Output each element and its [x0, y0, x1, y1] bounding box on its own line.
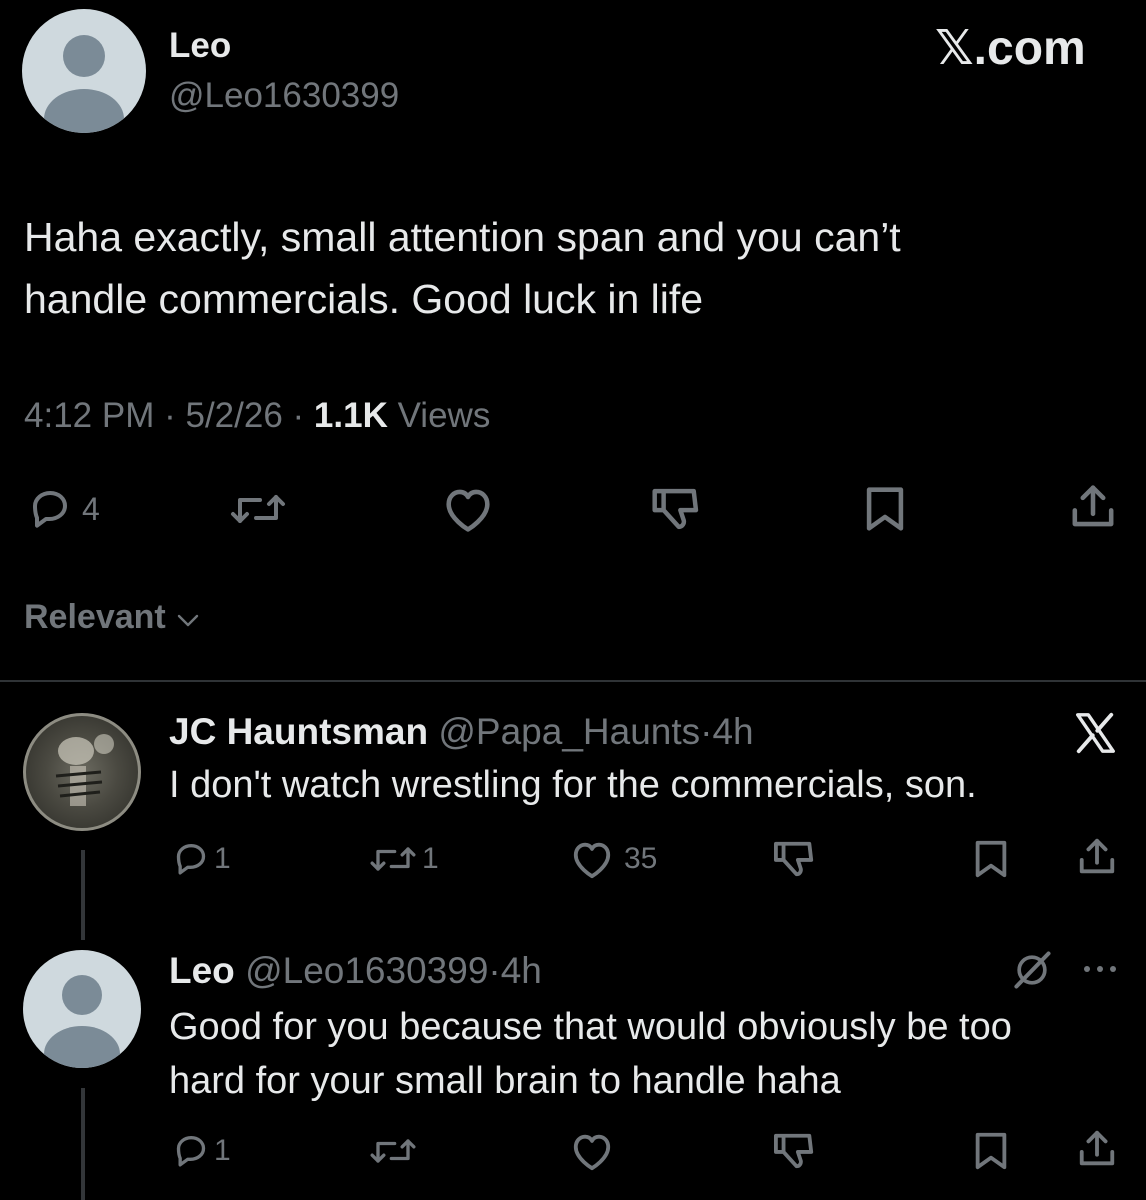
share-button[interactable] [1076, 1128, 1118, 1170]
bookmark-button[interactable] [860, 484, 910, 534]
reply-text-line: Good for you because that would obviousl… [169, 1006, 1012, 1048]
reply-age[interactable]: 4h [501, 950, 542, 991]
reply-icon [24, 485, 76, 533]
reply-count: 1 [214, 842, 231, 875]
more-icon[interactable] [1082, 962, 1118, 981]
reply-count: 1 [214, 1134, 231, 1167]
bookmark-button[interactable] [970, 1130, 1012, 1172]
dislike-icon [770, 1130, 820, 1172]
bookmark-icon [970, 838, 1012, 880]
reply-icon [170, 1131, 212, 1171]
meta-separator: · [164, 396, 176, 435]
views-label: Views [397, 396, 491, 435]
sort-label: Relevant [24, 598, 166, 636]
reply-icon [170, 839, 212, 879]
share-icon [1076, 836, 1118, 878]
tweet-time[interactable]: 4:12 PM [24, 396, 154, 435]
like-icon [568, 1130, 616, 1172]
thread-line [81, 1088, 85, 1200]
reply-author-name[interactable]: Leo [169, 950, 235, 991]
tweet-text-line: handle commercials. Good luck in life [24, 276, 704, 322]
reply-text: I don't watch wrestling for the commerci… [169, 764, 977, 806]
like-button[interactable] [568, 1130, 616, 1172]
meta-separator: · [292, 396, 305, 435]
repost-count: 1 [422, 842, 439, 875]
tweet-text-line: Haha exactly, small attention span and y… [24, 214, 901, 260]
reply-button[interactable]: 1 [170, 838, 231, 880]
tweet-date[interactable]: 5/2/26 [185, 396, 282, 435]
share-icon [1076, 1128, 1118, 1170]
tweet-text: Haha exactly, small attention span and y… [24, 206, 901, 330]
repost-button[interactable]: 1 [366, 838, 439, 880]
xcom-watermark: 𝕏.com [935, 22, 1086, 75]
dislike-button[interactable] [770, 1130, 820, 1172]
like-button[interactable]: 35 [568, 838, 657, 880]
dislike-button[interactable] [770, 838, 820, 880]
bookmark-button[interactable] [970, 838, 1012, 880]
repost-button[interactable] [366, 1130, 420, 1172]
author-avatar[interactable] [22, 9, 146, 133]
share-button[interactable] [1076, 836, 1118, 878]
sort-selector[interactable]: Relevant [24, 598, 200, 637]
bookmark-icon [860, 484, 910, 534]
like-icon [568, 838, 616, 880]
reply-author-handle[interactable]: @Leo1630399 [245, 950, 488, 991]
bookmark-icon [970, 1130, 1012, 1172]
repost-icon [366, 839, 420, 879]
share-button[interactable] [1068, 482, 1118, 532]
reply-button[interactable]: 1 [170, 1130, 231, 1172]
divider [0, 680, 1146, 682]
reply-text-line: hard for your small brain to handle haha [169, 1060, 841, 1102]
x-logo-icon [1072, 710, 1118, 761]
skeleton-image [55, 734, 114, 806]
reply-text: Good for you because that would obviousl… [169, 1000, 1012, 1108]
dislike-icon [648, 484, 706, 534]
share-icon [1068, 482, 1118, 532]
meta-separator: · [700, 711, 713, 752]
reply-author-name[interactable]: JC Hauntsman [169, 711, 428, 752]
reply-author-handle[interactable]: @Papa_Haunts [438, 711, 700, 752]
dislike-button[interactable] [648, 484, 706, 534]
thread-line [81, 850, 85, 940]
reply-avatar[interactable] [23, 950, 141, 1068]
reply-header: JC Hauntsman @Papa_Haunts·4h [169, 711, 754, 753]
like-icon [440, 484, 496, 534]
reply-header: Leo @Leo1630399·4h [169, 950, 542, 992]
chevron-down-icon [176, 613, 200, 629]
views-count[interactable]: 1.1K [314, 396, 388, 435]
repost-icon [226, 485, 290, 533]
author-handle[interactable]: @Leo1630399 [169, 76, 399, 116]
author-name[interactable]: Leo [169, 26, 231, 66]
reply-age[interactable]: 4h [712, 711, 753, 752]
like-count: 35 [624, 842, 658, 875]
repost-icon [366, 1131, 420, 1171]
reply-avatar[interactable] [23, 713, 141, 831]
tweet-meta: 4:12 PM · 5/2/26 · 1.1K Views [24, 396, 490, 436]
meta-separator: · [488, 950, 501, 991]
like-button[interactable] [440, 484, 496, 534]
reply-button[interactable]: 4 [24, 484, 100, 534]
repost-button[interactable] [226, 484, 290, 534]
grok-icon[interactable] [1010, 948, 1054, 997]
dislike-icon [770, 838, 820, 880]
reply-count: 4 [82, 490, 100, 527]
